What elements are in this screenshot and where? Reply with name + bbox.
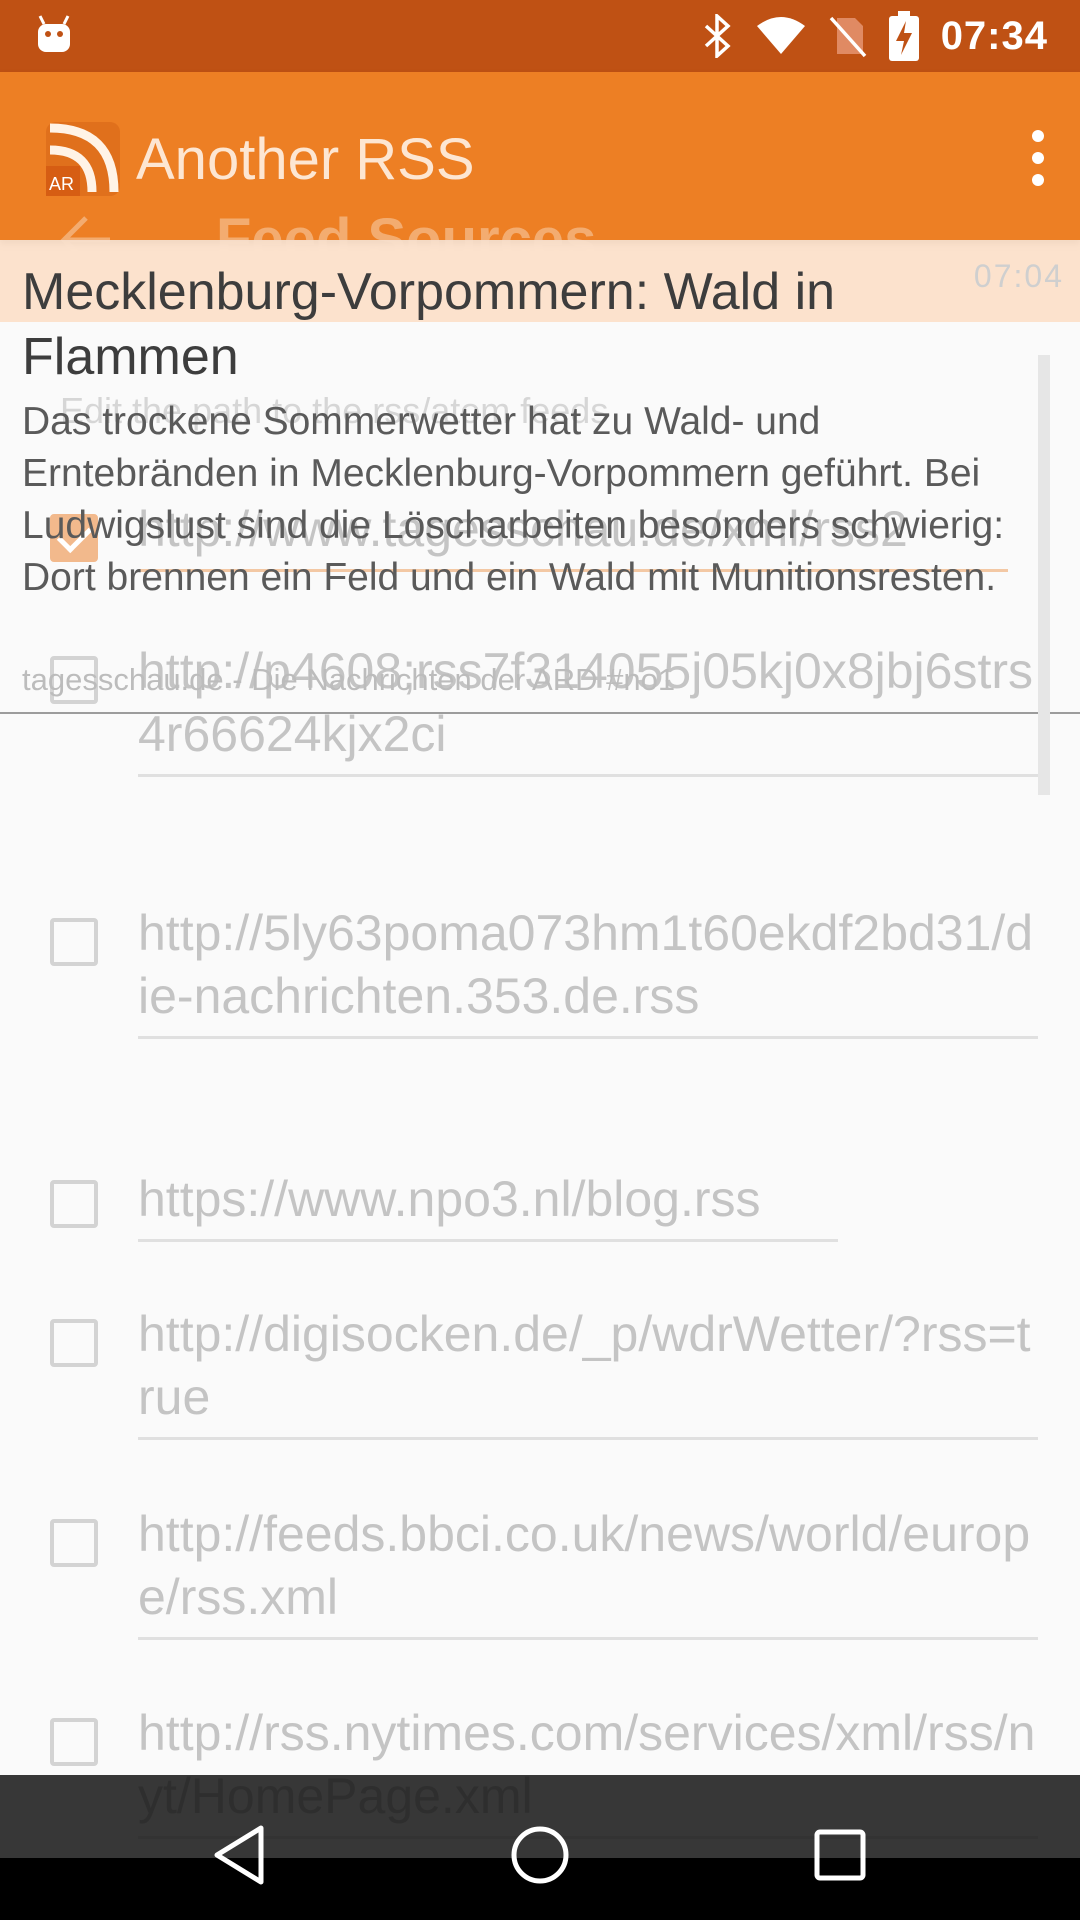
feed-source-url-input[interactable]: http://digisocken.de/_p/wdrWetter/?rss=t…	[138, 1303, 1038, 1440]
app-logo-text: AR	[49, 174, 74, 194]
back-triangle-icon[interactable]	[205, 1820, 275, 1890]
app-title: Another RSS	[136, 127, 475, 192]
feed-source-checkbox[interactable]	[50, 1319, 98, 1367]
bluetooth-icon	[704, 14, 731, 58]
feed-source-checkbox[interactable]	[50, 1519, 98, 1567]
feed-source-url-input[interactable]: http://feeds.bbci.co.uk/news/world/europ…	[138, 1503, 1038, 1640]
status-time: 07:34	[940, 13, 1048, 58]
status-bar: 07:34	[0, 0, 1080, 72]
feed-source-checkbox[interactable]	[50, 1180, 98, 1228]
recents-square-icon[interactable]	[805, 1820, 875, 1890]
feed-source-url-input[interactable]: https://www.npo3.nl/blog.rss	[138, 1168, 838, 1242]
app-bar: AR Another RSS Feed Sources	[0, 72, 1080, 272]
no-sim-icon	[829, 16, 866, 58]
article-card[interactable]: 07:04 Mecklenburg-Vorpommern: Wald in Fl…	[0, 240, 1080, 714]
article-source: tagesschau.de - Die Nachrichten der ARD …	[22, 662, 676, 697]
home-circle-icon[interactable]	[505, 1820, 575, 1890]
article-divider	[0, 712, 1080, 714]
battery-charging-icon	[888, 11, 919, 61]
app-logo-icon: AR	[46, 122, 120, 196]
wifi-icon	[756, 17, 805, 54]
article-title: Mecklenburg-Vorpommern: Wald in Flammen	[22, 263, 836, 386]
feed-source-checkbox[interactable]	[50, 918, 98, 966]
more-vert-icon[interactable]	[1010, 122, 1066, 194]
feed-source-url-input[interactable]: http://5ly63poma073hm1t60ekdf2bd31/die-n…	[138, 902, 1038, 1039]
android-debug-icon	[38, 15, 70, 52]
scrollbar[interactable]	[1038, 355, 1050, 795]
article-time: 07:04	[973, 258, 1064, 294]
article-description: Das trockene Sommerwetter hat zu Wald- u…	[22, 400, 1005, 599]
feed-source-checkbox[interactable]	[50, 1718, 98, 1766]
